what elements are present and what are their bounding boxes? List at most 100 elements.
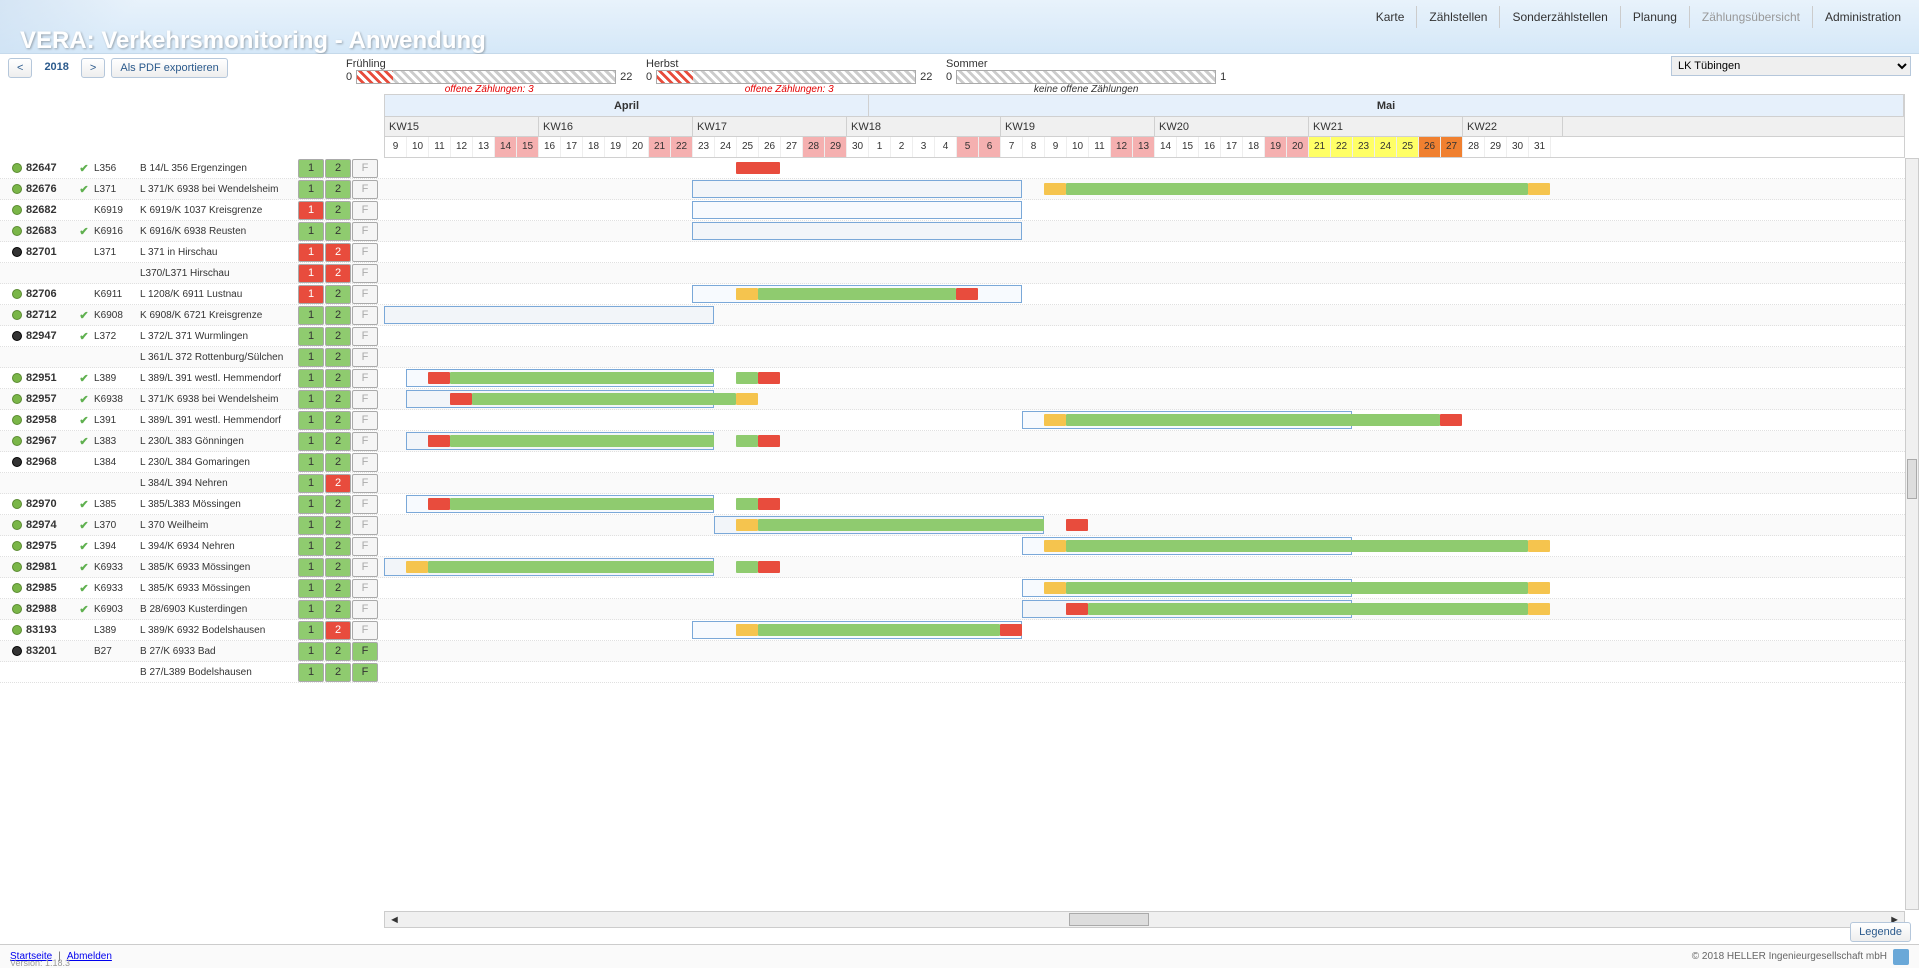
status-box-f[interactable]: F bbox=[352, 180, 378, 199]
hscroll-thumb[interactable] bbox=[1069, 913, 1149, 926]
gantt-bar[interactable] bbox=[450, 393, 472, 405]
year-prev-button[interactable]: < bbox=[8, 58, 32, 78]
gantt-bar[interactable] bbox=[736, 498, 758, 510]
table-row[interactable]: 82985✔K6933L 385/K 6933 Mössingen12F bbox=[0, 578, 1905, 599]
table-row[interactable]: 82975✔L394L 394/K 6934 Nehren12F bbox=[0, 536, 1905, 557]
table-row[interactable]: 82712✔K6908K 6908/K 6721 Kreisgrenze12F bbox=[0, 305, 1905, 326]
table-row[interactable]: L 384/L 394 Nehren12F bbox=[0, 473, 1905, 494]
export-pdf-button[interactable]: Als PDF exportieren bbox=[111, 58, 227, 78]
table-row[interactable]: 82706K6911L 1208/K 6911 Lustnau12F bbox=[0, 284, 1905, 305]
table-row[interactable]: 82958✔L391L 389/L 391 westl. Hemmendorf1… bbox=[0, 410, 1905, 431]
gantt-bar[interactable] bbox=[736, 561, 758, 573]
status-box-b2[interactable]: 2 bbox=[325, 663, 351, 682]
nav-karte[interactable]: Karte bbox=[1364, 6, 1418, 28]
status-box-f[interactable]: F bbox=[352, 432, 378, 451]
table-row[interactable]: 82957✔K6938L 371/K 6938 bei Wendelsheim1… bbox=[0, 389, 1905, 410]
status-box-b2[interactable]: 2 bbox=[325, 264, 351, 283]
gantt-bar[interactable] bbox=[758, 498, 780, 510]
status-box-f[interactable]: F bbox=[352, 369, 378, 388]
status-box-b2[interactable]: 2 bbox=[325, 306, 351, 325]
table-row[interactable]: 83193L389L 389/K 6932 Bodelshausen12F bbox=[0, 620, 1905, 641]
gantt-bar[interactable] bbox=[1528, 540, 1550, 552]
status-box-b2[interactable]: 2 bbox=[325, 558, 351, 577]
status-box-b1[interactable]: 1 bbox=[298, 222, 324, 241]
nav-admin[interactable]: Administration bbox=[1813, 6, 1913, 28]
footer-logout[interactable]: Abmelden bbox=[67, 951, 112, 962]
status-box-b1[interactable]: 1 bbox=[298, 516, 324, 535]
status-box-b2[interactable]: 2 bbox=[325, 390, 351, 409]
status-box-f[interactable]: F bbox=[352, 348, 378, 367]
status-box-b1[interactable]: 1 bbox=[298, 642, 324, 661]
status-box-f[interactable]: F bbox=[352, 243, 378, 262]
status-box-b1[interactable]: 1 bbox=[298, 558, 324, 577]
gantt-bar[interactable] bbox=[428, 561, 714, 573]
status-box-f[interactable]: F bbox=[352, 663, 378, 682]
status-box-b2[interactable]: 2 bbox=[325, 579, 351, 598]
status-box-b2[interactable]: 2 bbox=[325, 285, 351, 304]
gantt-bar[interactable] bbox=[1066, 582, 1528, 594]
status-box-b1[interactable]: 1 bbox=[298, 537, 324, 556]
plan-frame[interactable] bbox=[384, 306, 714, 324]
season-summer-bar[interactable] bbox=[956, 70, 1216, 84]
horizontal-scrollbar[interactable]: ◄► bbox=[384, 911, 1905, 928]
gantt-bar[interactable] bbox=[758, 624, 1000, 636]
status-box-b2[interactable]: 2 bbox=[325, 621, 351, 640]
status-box-b2[interactable]: 2 bbox=[325, 495, 351, 514]
gantt-bar[interactable] bbox=[1044, 183, 1066, 195]
status-box-b1[interactable]: 1 bbox=[298, 474, 324, 493]
gantt-bar[interactable] bbox=[1528, 603, 1550, 615]
status-box-f[interactable]: F bbox=[352, 201, 378, 220]
status-box-b1[interactable]: 1 bbox=[298, 243, 324, 262]
table-row[interactable]: L370/L371 Hirschau12F bbox=[0, 263, 1905, 284]
status-box-b2[interactable]: 2 bbox=[325, 474, 351, 493]
gantt-bar[interactable] bbox=[428, 435, 450, 447]
gantt-bar[interactable] bbox=[406, 561, 428, 573]
table-row[interactable]: 82701L371L 371 in Hirschau12F bbox=[0, 242, 1905, 263]
vertical-scrollbar[interactable] bbox=[1905, 158, 1919, 910]
status-box-b1[interactable]: 1 bbox=[298, 306, 324, 325]
status-box-f[interactable]: F bbox=[352, 327, 378, 346]
gantt-bar[interactable] bbox=[428, 498, 450, 510]
gantt-bar[interactable] bbox=[1440, 414, 1462, 426]
status-box-f[interactable]: F bbox=[352, 159, 378, 178]
table-row[interactable]: 82970✔L385L 385/L383 Mössingen12F bbox=[0, 494, 1905, 515]
gantt-bar[interactable] bbox=[1066, 414, 1440, 426]
gantt-bar[interactable] bbox=[1066, 603, 1088, 615]
gantt-bar[interactable] bbox=[736, 519, 758, 531]
table-row[interactable]: B 27/L389 Bodelshausen12F bbox=[0, 662, 1905, 683]
status-box-f[interactable]: F bbox=[352, 516, 378, 535]
gantt-bar[interactable] bbox=[758, 288, 956, 300]
vscroll-thumb[interactable] bbox=[1907, 459, 1917, 499]
status-box-f[interactable]: F bbox=[352, 579, 378, 598]
status-box-f[interactable]: F bbox=[352, 621, 378, 640]
status-box-b1[interactable]: 1 bbox=[298, 348, 324, 367]
status-box-b2[interactable]: 2 bbox=[325, 516, 351, 535]
plan-frame[interactable] bbox=[692, 222, 1022, 240]
status-box-b1[interactable]: 1 bbox=[298, 327, 324, 346]
table-row[interactable]: 82988✔K6903B 28/6903 Kusterdingen12F bbox=[0, 599, 1905, 620]
status-box-b2[interactable]: 2 bbox=[325, 537, 351, 556]
gantt-bar[interactable] bbox=[450, 372, 714, 384]
status-box-b2[interactable]: 2 bbox=[325, 327, 351, 346]
status-box-b1[interactable]: 1 bbox=[298, 159, 324, 178]
status-box-b1[interactable]: 1 bbox=[298, 453, 324, 472]
gantt-bar[interactable] bbox=[1088, 603, 1528, 615]
gantt-bar[interactable] bbox=[1066, 183, 1528, 195]
status-box-f[interactable]: F bbox=[352, 222, 378, 241]
status-box-b2[interactable]: 2 bbox=[325, 243, 351, 262]
gantt-bar[interactable] bbox=[736, 624, 758, 636]
table-row[interactable]: 82951✔L389L 389/L 391 westl. Hemmendorf1… bbox=[0, 368, 1905, 389]
status-box-b2[interactable]: 2 bbox=[325, 600, 351, 619]
status-box-b2[interactable]: 2 bbox=[325, 180, 351, 199]
gantt-bar[interactable] bbox=[1528, 582, 1550, 594]
table-row[interactable]: 83201B27B 27/K 6933 Bad12F bbox=[0, 641, 1905, 662]
table-row[interactable]: 82683✔K6916K 6916/K 6938 Reusten12F bbox=[0, 221, 1905, 242]
status-box-b1[interactable]: 1 bbox=[298, 201, 324, 220]
status-box-b2[interactable]: 2 bbox=[325, 369, 351, 388]
region-select[interactable]: LK Tübingen bbox=[1671, 56, 1911, 76]
status-box-b1[interactable]: 1 bbox=[298, 621, 324, 640]
status-box-b1[interactable]: 1 bbox=[298, 411, 324, 430]
plan-frame[interactable] bbox=[692, 201, 1022, 219]
status-box-b1[interactable]: 1 bbox=[298, 390, 324, 409]
status-box-f[interactable]: F bbox=[352, 285, 378, 304]
